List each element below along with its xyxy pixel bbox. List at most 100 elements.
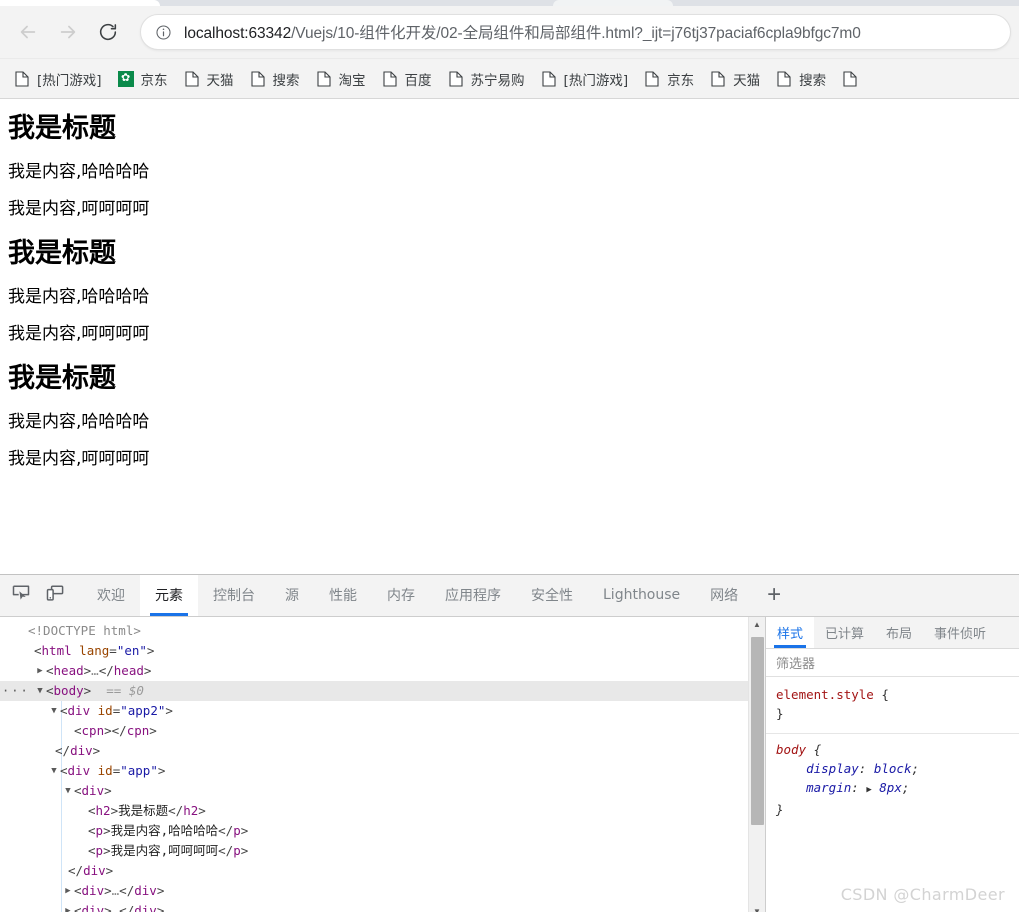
css-property-name[interactable]: margin (806, 780, 851, 795)
dom-line-p1[interactable]: < p > 我是内容,哈哈哈哈 </p > (0, 821, 748, 841)
p1-text: 我是内容,哈哈哈哈 (110, 822, 219, 838)
bookmark-label: 苏宁易购 (470, 72, 525, 89)
tagname-p: p (95, 842, 104, 858)
dom-tree[interactable]: <!DOCTYPE html> < html lang = "en" > ▶ < head >… (0, 616, 748, 912)
css-selector[interactable]: element.style (776, 687, 874, 702)
dom-line-h2[interactable]: < h2 > 我是标题 </h2 > (0, 801, 748, 821)
tab-application[interactable]: 应用程序 (430, 575, 516, 616)
dom-line-html[interactable]: < html lang = "en" > (0, 641, 748, 661)
dom-line-cpn[interactable]: < cpn ></cpn > (0, 721, 748, 741)
selected-node-ref: $0 (128, 682, 144, 698)
attr-id: id (97, 702, 113, 718)
add-panel-button[interactable]: + (753, 575, 795, 616)
bookmark-item[interactable]: 天猫 (176, 65, 242, 93)
chevron-down-icon[interactable]: ▼ (62, 781, 74, 801)
tab-layout[interactable]: 布局 (875, 617, 923, 648)
css-property-value[interactable]: 8px (879, 780, 902, 795)
tab-computed[interactable]: 已计算 (814, 617, 875, 648)
dom-line-head[interactable]: ▶ < head >… </head > (0, 661, 748, 681)
bookmark-label: 搜索 (799, 72, 827, 89)
tab-welcome[interactable]: 欢迎 (82, 575, 140, 616)
bookmark-item[interactable]: 淘宝 (308, 65, 374, 93)
forward-button[interactable] (48, 12, 88, 52)
dom-line-div-close[interactable]: </div > (0, 741, 748, 761)
reload-button[interactable] (88, 12, 128, 52)
chevron-down-icon[interactable]: ▼ (48, 761, 60, 781)
bookmark-item[interactable]: [热门游戏] (6, 65, 110, 93)
bookmark-label: 京东 (667, 72, 695, 89)
dom-line-div-app2[interactable]: ▼ < div id = "app2" > (0, 701, 748, 721)
dom-line-doctype[interactable]: <!DOCTYPE html> (0, 621, 748, 641)
bookmark-label: 淘宝 (338, 72, 366, 89)
bookmark-item[interactable]: [热门游戏] (533, 65, 637, 93)
bookmark-item[interactable]: 京东 (636, 65, 702, 93)
bookmark-item[interactable]: 搜索 (768, 65, 834, 93)
dom-line-inner-div-close[interactable]: </div > (0, 861, 748, 881)
device-toolbar-button[interactable] (38, 575, 72, 616)
page-icon (316, 70, 332, 87)
dom-tree-scrollbar[interactable]: ▲ ▼ (748, 616, 766, 912)
tab-performance[interactable]: 性能 (314, 575, 372, 616)
css-rule-element-style[interactable]: element.style { } (766, 683, 1019, 727)
tab-label: 网络 (710, 588, 739, 605)
scroll-up-arrow-icon[interactable]: ▲ (749, 617, 766, 633)
chevron-right-icon[interactable]: ▶ (866, 785, 871, 795)
tagname-p: p (95, 822, 104, 838)
css-property-value[interactable]: block (874, 761, 912, 776)
inspect-element-button[interactable] (4, 575, 38, 616)
scrollbar-thumb[interactable] (750, 636, 764, 825)
page-icon (776, 70, 792, 87)
chevron-down-icon[interactable]: ▼ (34, 681, 46, 701)
chevron-right-icon[interactable]: ▶ (34, 661, 46, 681)
tab-network[interactable]: 网络 (695, 575, 753, 616)
page-paragraph: 我是内容,呵呵呵呵 (8, 448, 150, 469)
tab-lighthouse[interactable]: Lighthouse (588, 575, 695, 616)
devtools-tab-strip: 欢迎 元素 控制台 源 性能 内存 应用程序 安全性 Lighthouse 网络… (82, 575, 795, 616)
browser-chrome: localhost:63342/Vuejs/10-组件化开发/02-全局组件和局… (0, 6, 1019, 99)
bookmark-item[interactable]: 百度 (374, 65, 440, 93)
tagname-div: div (81, 882, 105, 898)
tagname-body: body (53, 682, 84, 698)
bookmark-item[interactable]: ✿ 京东 (110, 65, 176, 93)
gutter-ellipsis-icon[interactable]: ··· (2, 681, 30, 701)
filter-placeholder: 筛选器 (776, 656, 816, 672)
css-selector[interactable]: body (776, 742, 806, 757)
dom-line-p2[interactable]: < p > 我是内容,呵呵呵呵 </p > (0, 841, 748, 861)
bookmark-item[interactable]: 搜索 (242, 65, 308, 93)
chevron-right-icon[interactable]: ▶ (62, 901, 74, 912)
tagname-html: html (41, 642, 72, 658)
address-bar[interactable]: localhost:63342/Vuejs/10-组件化开发/02-全局组件和局… (140, 14, 1011, 50)
tab-styles[interactable]: 样式 (766, 616, 815, 648)
scrollbar-track[interactable] (749, 633, 766, 903)
scroll-down-arrow-icon[interactable]: ▼ (749, 903, 766, 912)
bookmark-item[interactable]: 苏宁易购 (440, 65, 533, 93)
page-paragraph: 我是内容,哈哈哈哈 (8, 412, 150, 433)
dom-line-div-app[interactable]: ▼ < div id = "app" > (0, 761, 748, 781)
chevron-down-icon[interactable]: ▼ (48, 701, 60, 721)
tagname-div: div (67, 762, 91, 778)
bookmark-item[interactable]: 天猫 (702, 65, 768, 93)
page-icon (250, 70, 266, 87)
dom-line-collapsed-div-1[interactable]: ▶ < div >… </div > (0, 881, 748, 901)
dom-line-collapsed-div-2[interactable]: ▶ < div >… </div > (0, 901, 748, 912)
bookmark-label: 京东 (140, 72, 168, 89)
reload-icon (97, 21, 119, 43)
dom-line-inner-div[interactable]: ▼ < div > (0, 781, 748, 801)
page-heading: 我是标题 (8, 238, 116, 270)
bookmark-item-truncated[interactable] (834, 65, 873, 93)
tab-sources[interactable]: 源 (270, 575, 314, 616)
tab-console[interactable]: 控制台 (198, 575, 270, 616)
tab-security[interactable]: 安全性 (516, 575, 588, 616)
tab-label: 内存 (387, 588, 415, 605)
dom-line-body[interactable]: ··· ▼ < body > == $0 (0, 680, 748, 701)
tab-event-listeners[interactable]: 事件侦听 (923, 617, 997, 648)
tab-elements[interactable]: 元素 (140, 575, 198, 616)
equals-sign: == (106, 682, 122, 698)
back-button[interactable] (8, 12, 48, 52)
css-rule-body[interactable]: body { display: block; margin: ▶ 8px; } (766, 732, 1019, 823)
tab-memory[interactable]: 内存 (372, 575, 430, 616)
css-property-name[interactable]: display (806, 761, 859, 776)
styles-filter-input[interactable]: 筛选器 (766, 648, 1019, 677)
info-circle-icon[interactable] (155, 24, 172, 41)
chevron-right-icon[interactable]: ▶ (62, 881, 74, 901)
